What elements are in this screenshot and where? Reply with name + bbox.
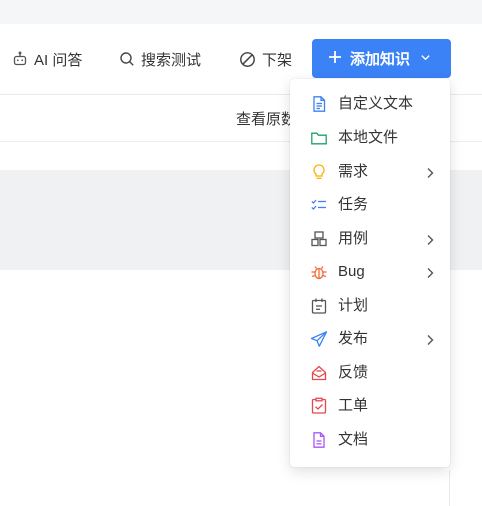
menu-item-label: 自定义文本 (338, 95, 414, 112)
menu-item-task[interactable]: 任务 (290, 190, 450, 220)
menu-item-plan[interactable]: 计划 (290, 291, 450, 321)
chevron-right-icon (424, 266, 436, 278)
menu-item-label: 工单 (338, 397, 369, 414)
menu-item-label: 计划 (338, 297, 369, 314)
ai-qa-label: AI 问答 (34, 51, 83, 69)
search-test-label: 搜索测试 (141, 51, 202, 69)
document-icon (310, 95, 328, 113)
task-list-icon (310, 196, 328, 214)
menu-item-document[interactable]: 文档 (290, 425, 450, 455)
chevron-right-icon (424, 333, 436, 345)
menu-item-label: 文档 (338, 431, 369, 448)
add-knowledge-dropdown-menu: 自定义文本 本地文件 需求 任务 用例 Bug 计划 发布 反馈 工单 文档 (290, 79, 450, 467)
chevron-right-icon (424, 166, 436, 178)
menu-item-label: 本地文件 (338, 129, 399, 146)
menu-item-release[interactable]: 发布 (290, 324, 450, 354)
menu-item-label: 发布 (338, 330, 369, 347)
chevron-down-icon (420, 50, 431, 67)
top-strip (0, 0, 482, 24)
bug-icon (310, 263, 328, 281)
view-original-column-header: 查看原数 (236, 111, 297, 128)
ai-qa-button[interactable]: AI 问答 (12, 46, 82, 72)
unpublish-label: 下架 (262, 51, 293, 69)
folder-icon (310, 129, 328, 147)
menu-item-label: 反馈 (338, 364, 369, 381)
unpublish-button[interactable]: 下架 (239, 46, 292, 72)
menu-item-label: 需求 (338, 163, 369, 180)
menu-item-feedback[interactable]: 反馈 (290, 358, 450, 388)
menu-item-testcase[interactable]: 用例 (290, 224, 450, 254)
menu-item-ticket[interactable]: 工单 (290, 391, 450, 421)
menu-item-bug[interactable]: Bug (290, 257, 450, 287)
menu-item-local-file[interactable]: 本地文件 (290, 123, 450, 153)
divider (449, 470, 450, 506)
chevron-right-icon (424, 233, 436, 245)
menu-item-label: Bug (338, 263, 365, 280)
lightbulb-icon (310, 163, 328, 181)
calendar-plan-icon (310, 297, 328, 315)
menu-item-label: 任务 (338, 196, 369, 213)
doc-file-icon (310, 431, 328, 449)
testcase-icon (310, 230, 328, 248)
feedback-icon (310, 364, 328, 382)
search-test-button[interactable]: 搜索测试 (119, 46, 201, 72)
ticket-icon (310, 397, 328, 415)
robot-icon (12, 51, 28, 67)
menu-item-label: 用例 (338, 230, 369, 247)
add-knowledge-label: 添加知识 (350, 51, 411, 68)
menu-item-requirement[interactable]: 需求 (290, 157, 450, 187)
send-icon (310, 330, 328, 348)
ban-icon (239, 51, 256, 68)
menu-item-custom-text[interactable]: 自定义文本 (290, 89, 450, 119)
plus-icon (328, 50, 342, 68)
add-knowledge-button[interactable]: 添加知识 (312, 39, 451, 78)
search-icon (119, 51, 135, 67)
